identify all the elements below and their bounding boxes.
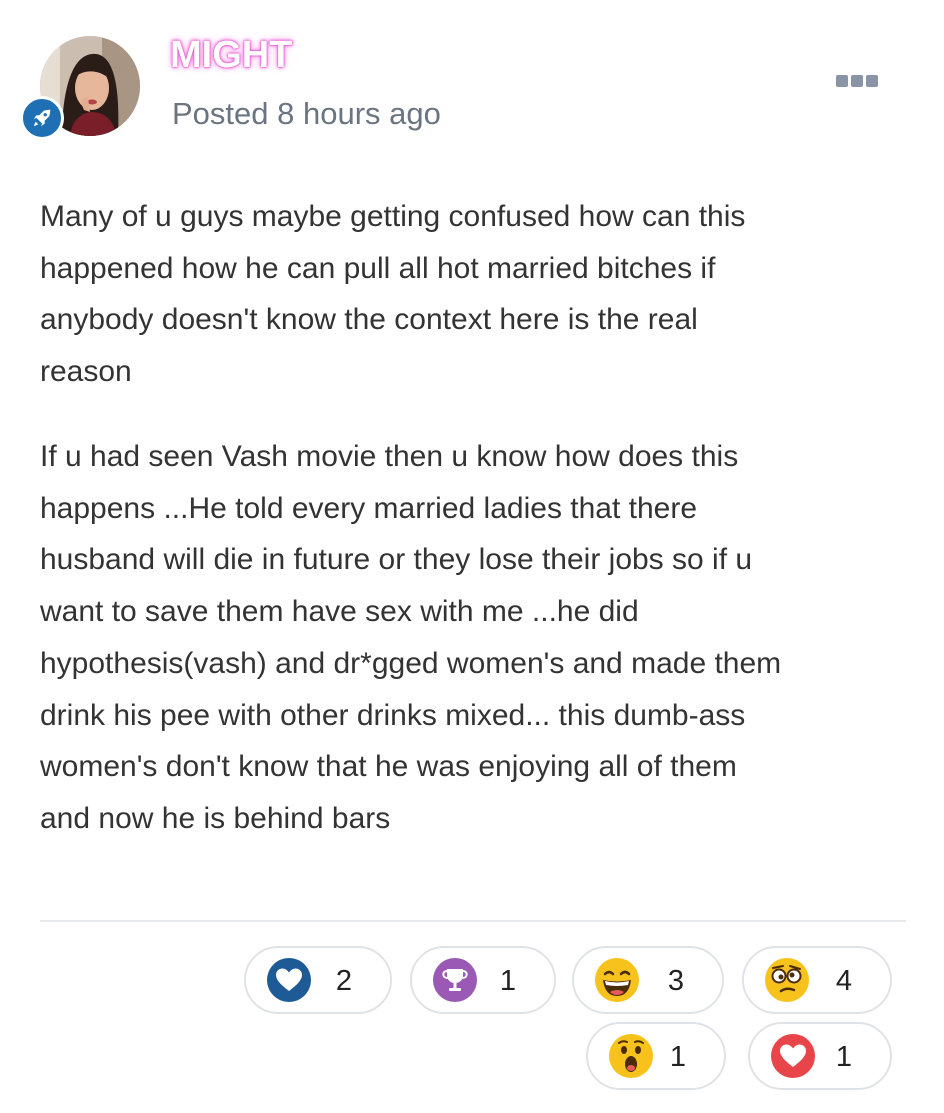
post-paragraph-1: Many of u guys maybe getting confused ho… bbox=[40, 191, 920, 398]
text-line: happened how he can pull all hot married… bbox=[40, 251, 716, 285]
text-line: women's don't know that he was enjoying … bbox=[40, 750, 737, 784]
blue-heart-icon bbox=[267, 958, 311, 1002]
reaction-count: 3 bbox=[667, 965, 684, 997]
text-line: Many of u guys maybe getting confused ho… bbox=[40, 200, 746, 233]
text-line: If u had seen Vash movie then u know how… bbox=[40, 440, 739, 473]
post-paragraph-2: If u had seen Vash movie then u know how… bbox=[40, 431, 920, 845]
post-timestamp: Posted 8 hours ago bbox=[172, 96, 441, 131]
reaction-count: 1 bbox=[669, 1041, 686, 1073]
red-heart-icon bbox=[771, 1034, 815, 1078]
text-line: hypothesis(vash) and dr*gged women's and… bbox=[40, 646, 782, 680]
reaction-surprised-button[interactable]: 1 bbox=[586, 1022, 726, 1090]
text-line: anybody doesn't know the context here is… bbox=[40, 303, 698, 337]
more-options-icon[interactable] bbox=[836, 73, 878, 89]
reaction-heart-button[interactable]: 2 bbox=[244, 946, 392, 1014]
divider bbox=[40, 920, 906, 922]
reaction-love-button[interactable]: 1 bbox=[748, 1022, 892, 1090]
text-line: reason bbox=[40, 355, 132, 389]
reaction-count: 1 bbox=[499, 965, 516, 997]
confused-face-icon bbox=[765, 958, 809, 1002]
text-line: drink his pee with other drinks mixed...… bbox=[40, 698, 746, 732]
text-line: happens ...He told every married ladies … bbox=[40, 491, 698, 525]
grinning-face-icon bbox=[595, 958, 639, 1002]
reaction-count: 4 bbox=[835, 965, 852, 997]
reaction-confused-button[interactable]: 4 bbox=[742, 946, 892, 1014]
reaction-trophy-button[interactable]: 1 bbox=[410, 946, 556, 1014]
reaction-count: 2 bbox=[335, 965, 352, 997]
reaction-count: 1 bbox=[835, 1041, 852, 1073]
text-line: want to save them have sex with me ...he… bbox=[40, 595, 639, 629]
reaction-grin-button[interactable]: 3 bbox=[572, 946, 724, 1014]
author-name[interactable]: MIGHT bbox=[170, 34, 292, 77]
trophy-icon bbox=[433, 958, 477, 1002]
surprised-face-icon bbox=[609, 1034, 653, 1078]
text-line: husband will die in future or they lose … bbox=[40, 543, 753, 577]
text-line: and now he is behind bars bbox=[40, 801, 391, 835]
rocket-badge-icon bbox=[20, 96, 64, 140]
